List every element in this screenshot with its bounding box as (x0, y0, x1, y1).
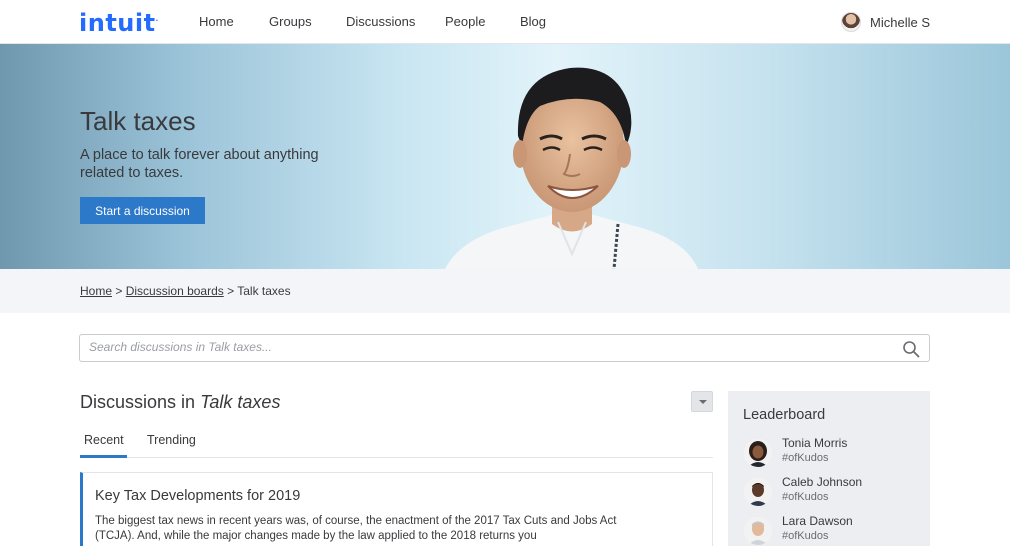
leaderboard-tag: #ofKudos (782, 452, 829, 464)
hero-banner: Talk taxes A place to talk forever about… (0, 44, 1010, 269)
tab-recent[interactable]: Recent (80, 433, 127, 458)
discussion-title[interactable]: Key Tax Developments for 2019 (95, 488, 300, 504)
avatar (744, 478, 772, 506)
user-menu[interactable]: Michelle S (841, 11, 930, 33)
nav-blog[interactable]: Blog (520, 14, 546, 29)
hero-subtitle: A place to talk forever about anything r… (80, 147, 319, 181)
hero-person-image (445, 67, 698, 269)
discussion-tabs: Recent Trending (80, 433, 713, 458)
nav-discussions[interactable]: Discussions (346, 14, 415, 29)
search-icon[interactable] (902, 340, 920, 358)
search-input[interactable] (89, 340, 879, 354)
intuit-logo[interactable]: intuit. (79, 9, 159, 37)
top-navigation: intuit. Home Groups Discussions People B… (0, 0, 1010, 44)
tab-trending[interactable]: Trending (147, 433, 196, 458)
breadcrumb-separator: > (227, 284, 235, 298)
breadcrumb: Home > Discussion boards > Talk taxes (80, 284, 291, 298)
nav-people[interactable]: People (445, 14, 485, 29)
leaderboard-item[interactable]: Tonia Morris #ofKudos (743, 436, 923, 468)
leaderboard-name: Lara Dawson (782, 514, 853, 528)
nav-home[interactable]: Home (199, 14, 234, 29)
start-discussion-button[interactable]: Start a discussion (80, 197, 205, 224)
breadcrumb-home[interactable]: Home (80, 284, 112, 298)
discussion-card[interactable]: Key Tax Developments for 2019 The bigges… (80, 472, 713, 546)
breadcrumb-bar: Home > Discussion boards > Talk taxes (0, 269, 1010, 313)
breadcrumb-separator: > (115, 284, 123, 298)
leaderboard-item[interactable]: Lara Dawson #ofKudos (743, 514, 923, 546)
avatar (744, 439, 772, 467)
board-name: Talk taxes (200, 392, 281, 412)
nav-groups[interactable]: Groups (269, 14, 312, 29)
leaderboard-tag: #ofKudos (782, 530, 829, 542)
hero-title: Talk taxes (80, 106, 196, 136)
discussions-heading: Discussions in Talk taxes (80, 392, 281, 412)
sort-dropdown-button[interactable] (691, 391, 713, 412)
search-box (79, 334, 930, 362)
breadcrumb-current: Talk taxes (237, 284, 291, 298)
leaderboard-item[interactable]: Caleb Johnson #ofKudos (743, 475, 923, 507)
leaderboard-panel: Leaderboard Tonia Morris #ofKudos Caleb … (728, 391, 930, 546)
user-name: Michelle S (870, 14, 930, 30)
user-avatar (841, 12, 862, 32)
leaderboard-name: Caleb Johnson (782, 475, 863, 489)
breadcrumb-discussion-boards[interactable]: Discussion boards (126, 284, 224, 298)
leaderboard-title: Leaderboard (743, 407, 826, 423)
discussion-excerpt: The biggest tax news in recent years was… (95, 515, 617, 542)
leaderboard-name: Tonia Morris (782, 436, 848, 450)
leaderboard-tag: #ofKudos (782, 491, 829, 503)
avatar (744, 517, 772, 545)
